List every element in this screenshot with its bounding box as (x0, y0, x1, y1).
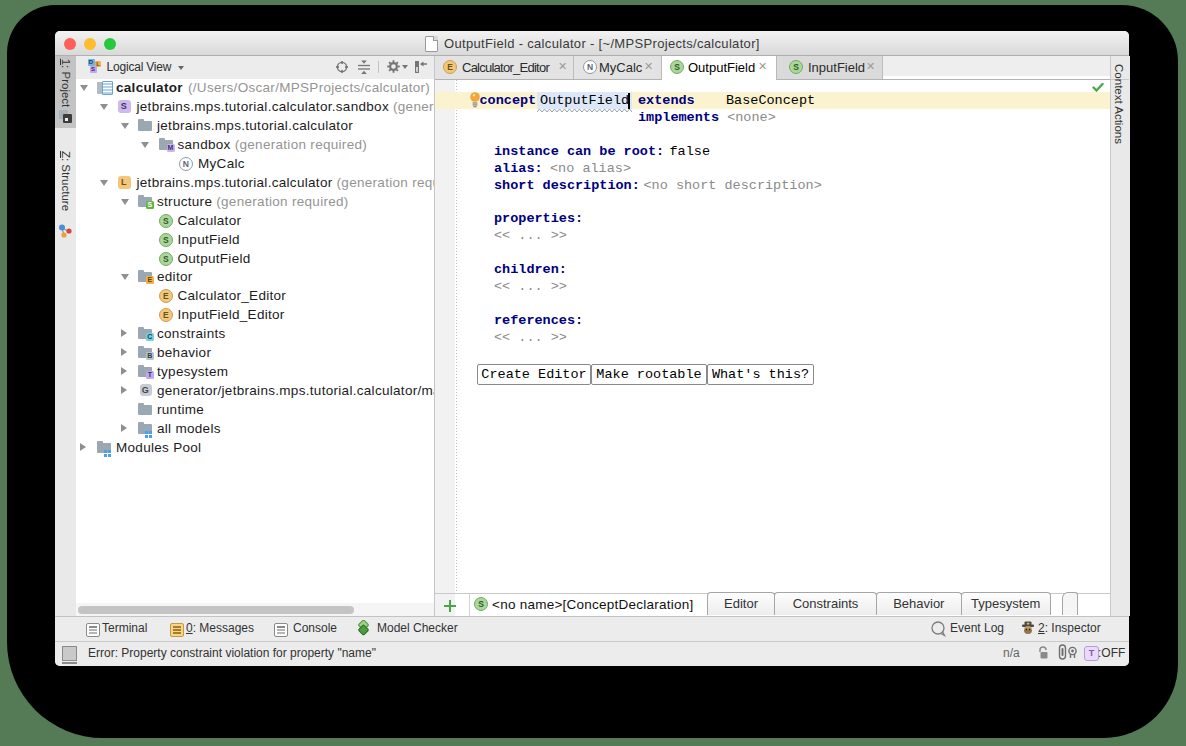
svg-text:★: ★ (1026, 621, 1030, 626)
